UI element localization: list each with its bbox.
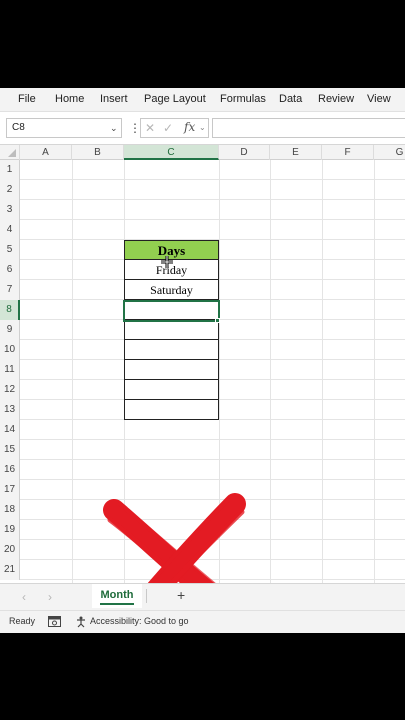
row-header-19[interactable]: 19: [0, 520, 20, 540]
row-header-16[interactable]: 16: [0, 460, 20, 480]
gridline: [20, 179, 405, 180]
row-header-21[interactable]: 21: [0, 560, 20, 580]
excel-window: File Home Insert Page Layout Formulas Da…: [0, 88, 405, 633]
row-header-9[interactable]: 9: [0, 320, 20, 340]
row-header-17[interactable]: 17: [0, 480, 20, 500]
formula-bar: C8 ⌄ ⋮ ✕ ✓ fx ⌄: [0, 112, 405, 145]
row-header-20[interactable]: 20: [0, 540, 20, 560]
tab-data[interactable]: Data: [279, 93, 302, 105]
chevron-down-icon[interactable]: ⌄: [199, 123, 206, 132]
column-header-b[interactable]: B: [72, 145, 124, 160]
gridline: [20, 439, 405, 440]
row-header-6[interactable]: 6: [0, 260, 20, 280]
row-header-7[interactable]: 7: [0, 280, 20, 300]
row-header-2[interactable]: 2: [0, 180, 20, 200]
fx-icon[interactable]: fx: [184, 120, 195, 134]
formula-input[interactable]: [212, 118, 405, 138]
status-bar: Ready Accessibility: Good to go: [0, 610, 405, 633]
name-box[interactable]: C8: [6, 118, 122, 138]
macro-record-icon[interactable]: [48, 616, 61, 628]
worksheet-grid[interactable]: 1 2 3 4 5 6 7 8 9 10 11 12 13 14 15 16 1…: [0, 160, 405, 633]
cell-c7[interactable]: Saturday: [124, 280, 219, 300]
column-header-e[interactable]: E: [270, 145, 322, 160]
tab-formulas[interactable]: Formulas: [220, 93, 266, 105]
column-header-a[interactable]: A: [20, 145, 72, 160]
sheet-tab-month[interactable]: Month: [92, 584, 142, 608]
active-cell-border: [123, 300, 220, 322]
row-header-14[interactable]: 14: [0, 420, 20, 440]
column-header-bar: A B C D E F G: [0, 145, 405, 160]
column-header-d[interactable]: D: [219, 145, 270, 160]
check-icon[interactable]: ✓: [163, 121, 173, 135]
row-header-13[interactable]: 13: [0, 400, 20, 420]
formula-tools: ✕ ✓ fx ⌄: [140, 118, 209, 138]
tab-insert[interactable]: Insert: [100, 93, 128, 105]
column-header-c[interactable]: C: [124, 145, 219, 160]
row-header-10[interactable]: 10: [0, 340, 20, 360]
cell-c10[interactable]: [124, 340, 219, 360]
select-all-button[interactable]: [0, 145, 20, 160]
cell-c11[interactable]: [124, 360, 219, 380]
status-ready: Ready: [9, 616, 36, 626]
tab-page-layout[interactable]: Page Layout: [144, 93, 206, 105]
gridline: [20, 219, 405, 220]
gridline: [20, 479, 405, 480]
row-header-12[interactable]: 12: [0, 380, 20, 400]
row-header-4[interactable]: 4: [0, 220, 20, 240]
gridline: [20, 459, 405, 460]
row-header-5[interactable]: 5: [0, 240, 20, 260]
move-cursor-icon: [161, 256, 173, 268]
chevron-down-icon[interactable]: ⌄: [110, 123, 118, 134]
tab-view[interactable]: View: [367, 93, 391, 105]
column-header-g[interactable]: G: [374, 145, 405, 160]
row-header-18[interactable]: 18: [0, 500, 20, 520]
cell-c13[interactable]: [124, 400, 219, 420]
gridline: [20, 199, 405, 200]
divider: [146, 589, 147, 603]
row-header-15[interactable]: 15: [0, 440, 20, 460]
column-header-f[interactable]: F: [322, 145, 374, 160]
select-all-triangle-icon: [8, 149, 16, 157]
close-icon[interactable]: ✕: [145, 121, 155, 135]
chevron-right-icon[interactable]: ›: [48, 590, 52, 604]
sheet-tab-label: Month: [100, 589, 134, 601]
cell-c9[interactable]: [124, 320, 219, 340]
row-header-1[interactable]: 1: [0, 160, 20, 180]
cell-c12[interactable]: [124, 380, 219, 400]
accessibility-icon[interactable]: [76, 616, 88, 628]
fill-handle[interactable]: [215, 318, 220, 323]
active-tab-indicator: [100, 603, 134, 605]
row-header-3[interactable]: 3: [0, 200, 20, 220]
chevron-left-icon[interactable]: ‹: [22, 590, 26, 604]
tab-review[interactable]: Review: [318, 93, 354, 105]
add-sheet-icon[interactable]: +: [177, 587, 185, 603]
tab-file[interactable]: File: [18, 93, 36, 105]
accessibility-status[interactable]: Accessibility: Good to go: [90, 616, 189, 626]
tab-home[interactable]: Home: [55, 93, 84, 105]
sheet-tab-bar: ‹ › Month +: [0, 583, 405, 610]
row-header-8[interactable]: 8: [0, 300, 20, 320]
row-header-11[interactable]: 11: [0, 360, 20, 380]
ribbon-tab-bar: File Home Insert Page Layout Formulas Da…: [0, 88, 405, 112]
